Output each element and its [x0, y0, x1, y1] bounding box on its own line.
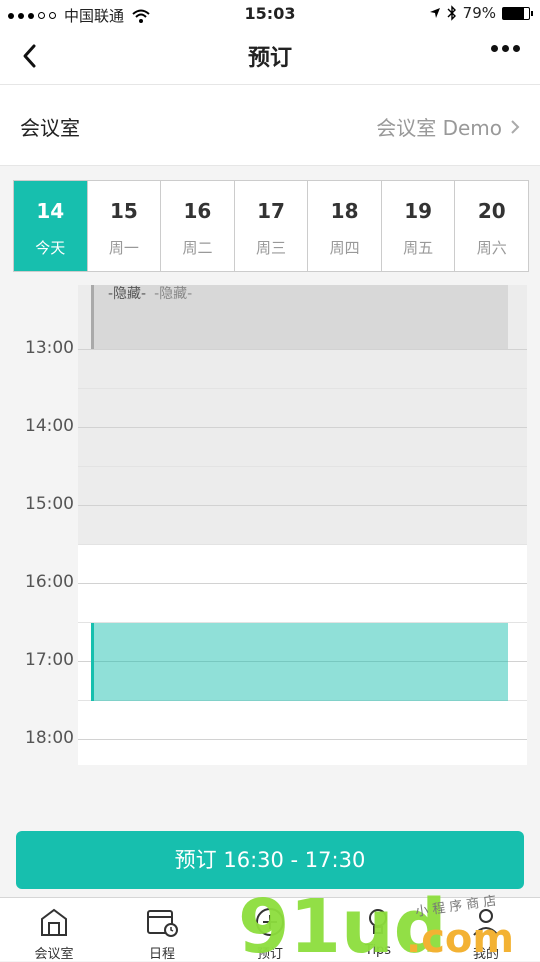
tab-1[interactable]: 日程 [108, 898, 216, 962]
selected-booking-slot[interactable] [91, 623, 508, 701]
room-value[interactable]: 会议室 Demo [376, 112, 520, 141]
date-tab-16[interactable]: 16 周二 [161, 181, 235, 271]
date-number: 18 [330, 199, 359, 223]
tab-label: 日程 [148, 947, 175, 962]
battery-percent: 79% [462, 4, 496, 22]
date-weekday: 周一 [108, 239, 139, 257]
hidden-label: -隐藏- [108, 286, 147, 302]
date-tab-14[interactable]: 14 今天 [14, 181, 88, 271]
date-tab-17[interactable]: 17 周三 [235, 181, 309, 271]
time-label: 15:00 [25, 494, 74, 514]
time-label: 16:00 [25, 572, 74, 592]
calendar-clock-icon [145, 905, 179, 939]
date-weekday: 周六 [476, 239, 507, 257]
date-tab-18[interactable]: 18 周四 [308, 181, 382, 271]
nav-bar: 预订 [0, 28, 540, 85]
date-weekday: 周二 [182, 239, 213, 257]
chevron-right-icon [511, 119, 520, 134]
time-label: 17:00 [25, 650, 74, 670]
status-bar: 中国联通 15:03 79% [0, 0, 540, 28]
page-title: 预订 [247, 46, 292, 71]
status-right: 79% [429, 4, 533, 22]
hour-line [78, 427, 527, 428]
watermark-dotcom: .com [406, 916, 514, 960]
date-number: 14 [36, 199, 65, 223]
more-dot [513, 45, 520, 52]
hidden-booking-label: -隐藏- -隐藏- [108, 283, 192, 303]
date-number: 19 [404, 199, 433, 223]
date-weekday: 周三 [256, 239, 287, 257]
date-weekday: 今天 [35, 239, 66, 257]
more-dot [491, 45, 498, 52]
hour-line [78, 583, 527, 584]
date-number: 20 [477, 199, 506, 223]
more-dot [502, 45, 509, 52]
date-weekday: 周四 [329, 239, 360, 257]
hidden-booking[interactable]: -隐藏- -隐藏- [91, 285, 508, 349]
half-hour-line [78, 388, 527, 389]
time-label: 13:00 [25, 338, 74, 358]
room-name: 会议室 Demo [376, 116, 502, 140]
date-number: 17 [257, 199, 285, 223]
room-label: 会议室 [20, 116, 80, 140]
time-label: 14:00 [25, 416, 74, 436]
hour-line [78, 505, 527, 506]
bluetooth-icon [447, 5, 456, 21]
watermark-logo: 91ud .com 小 程 序 商 店 [238, 884, 514, 960]
battery-icon [502, 6, 533, 20]
date-tab-15[interactable]: 15 周一 [88, 181, 162, 271]
battery-level [503, 7, 524, 19]
hour-line [78, 739, 527, 740]
date-weekday: 周五 [403, 239, 434, 257]
time-label: 18:00 [25, 728, 74, 748]
half-hour-line [78, 544, 527, 545]
half-hour-line [78, 466, 527, 467]
schedule-timeline[interactable]: 13:00 14:00 15:00 16:00 17:00 18:00 -隐藏- -隐藏- [0, 285, 540, 765]
date-number: 16 [183, 199, 212, 223]
building-icon [37, 905, 71, 939]
tab-0[interactable]: 会议室 [0, 898, 108, 962]
tab-label: 会议室 [34, 947, 74, 962]
more-button[interactable] [491, 45, 520, 52]
date-number: 15 [109, 199, 138, 223]
location-arrow-icon [429, 8, 440, 18]
date-tab-20[interactable]: 20 周六 [455, 181, 528, 271]
room-selector-row[interactable]: 会议室 会议室 Demo [0, 85, 540, 166]
hidden-label-2: -隐藏- [154, 286, 193, 302]
date-selector: 14 今天 15 周一 16 周二 17 周三 18 周四 19 周五 20 周六 [13, 180, 529, 272]
date-tab-19[interactable]: 19 周五 [382, 181, 456, 271]
hour-line [78, 349, 527, 350]
